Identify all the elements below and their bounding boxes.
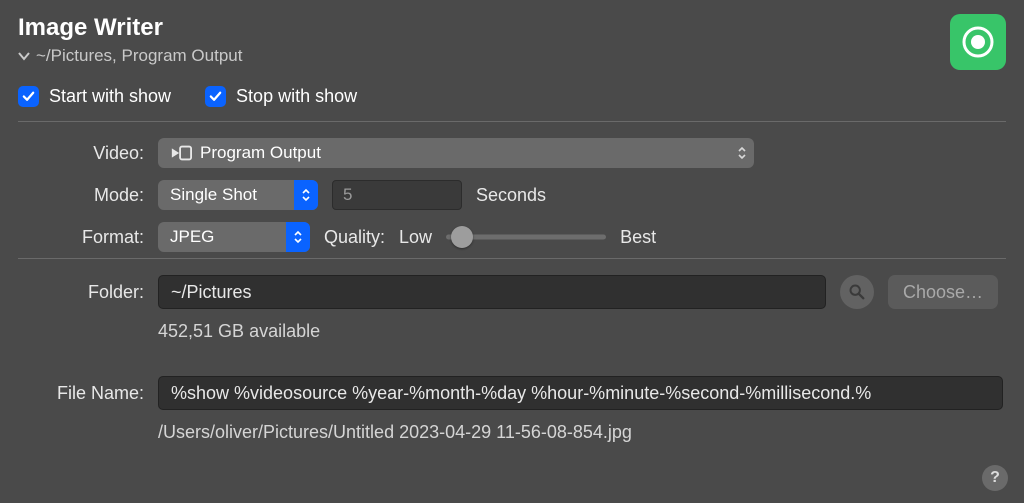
video-source-dropdown[interactable]: Program Output xyxy=(158,138,754,168)
stop-with-show-option[interactable]: Stop with show xyxy=(205,86,357,107)
checkmark-icon xyxy=(21,89,36,104)
chevron-down-icon xyxy=(18,48,30,64)
disk-available: 452,51 GB available xyxy=(158,321,320,342)
magnify-icon xyxy=(848,283,866,301)
filename-value: %show %videosource %year-%month-%day %ho… xyxy=(171,383,871,404)
mode-label: Mode: xyxy=(18,185,158,206)
reveal-folder-button[interactable] xyxy=(840,275,874,309)
format-value: JPEG xyxy=(170,227,214,247)
checkmark-icon xyxy=(208,89,223,104)
quality-label: Quality: xyxy=(324,227,385,248)
resolved-path: /Users/oliver/Pictures/Untitled 2023-04-… xyxy=(158,422,632,443)
record-status-badge[interactable] xyxy=(950,14,1006,70)
record-icon xyxy=(961,25,995,59)
program-output-icon xyxy=(170,145,192,161)
stop-with-show-label: Stop with show xyxy=(236,86,357,107)
quality-low-label: Low xyxy=(399,227,432,248)
format-label: Format: xyxy=(18,227,158,248)
choose-label: Choose… xyxy=(903,282,983,303)
mode-dropdown[interactable]: Single Shot xyxy=(158,180,318,210)
panel-subtitle-row[interactable]: ~/Pictures, Program Output xyxy=(18,46,1006,66)
panel-title: Image Writer xyxy=(18,14,1006,42)
interval-field[interactable]: 5 xyxy=(332,180,462,210)
video-label: Video: xyxy=(18,143,158,164)
interval-value: 5 xyxy=(343,185,352,205)
filename-field[interactable]: %show %videosource %year-%month-%day %ho… xyxy=(158,376,1003,410)
updown-icon xyxy=(294,180,318,210)
quality-slider[interactable] xyxy=(446,227,606,247)
start-with-show-checkbox[interactable] xyxy=(18,86,39,107)
format-dropdown[interactable]: JPEG xyxy=(158,222,310,252)
stop-with-show-checkbox[interactable] xyxy=(205,86,226,107)
folder-field[interactable]: ~/Pictures xyxy=(158,275,826,309)
start-with-show-label: Start with show xyxy=(49,86,171,107)
mode-value: Single Shot xyxy=(170,185,257,205)
folder-label: Folder: xyxy=(18,282,158,303)
panel-subtitle: ~/Pictures, Program Output xyxy=(36,46,242,66)
updown-icon xyxy=(286,222,310,252)
interval-unit: Seconds xyxy=(476,185,546,206)
video-source-value: Program Output xyxy=(200,143,321,163)
quality-best-label: Best xyxy=(620,227,656,248)
folder-value: ~/Pictures xyxy=(171,282,252,303)
help-glyph: ? xyxy=(990,469,1000,487)
help-button[interactable]: ? xyxy=(982,465,1008,491)
filename-label: File Name: xyxy=(18,383,158,404)
choose-folder-button[interactable]: Choose… xyxy=(888,275,998,309)
start-with-show-option[interactable]: Start with show xyxy=(18,86,171,107)
updown-icon xyxy=(730,138,754,168)
slider-thumb[interactable] xyxy=(451,226,473,248)
